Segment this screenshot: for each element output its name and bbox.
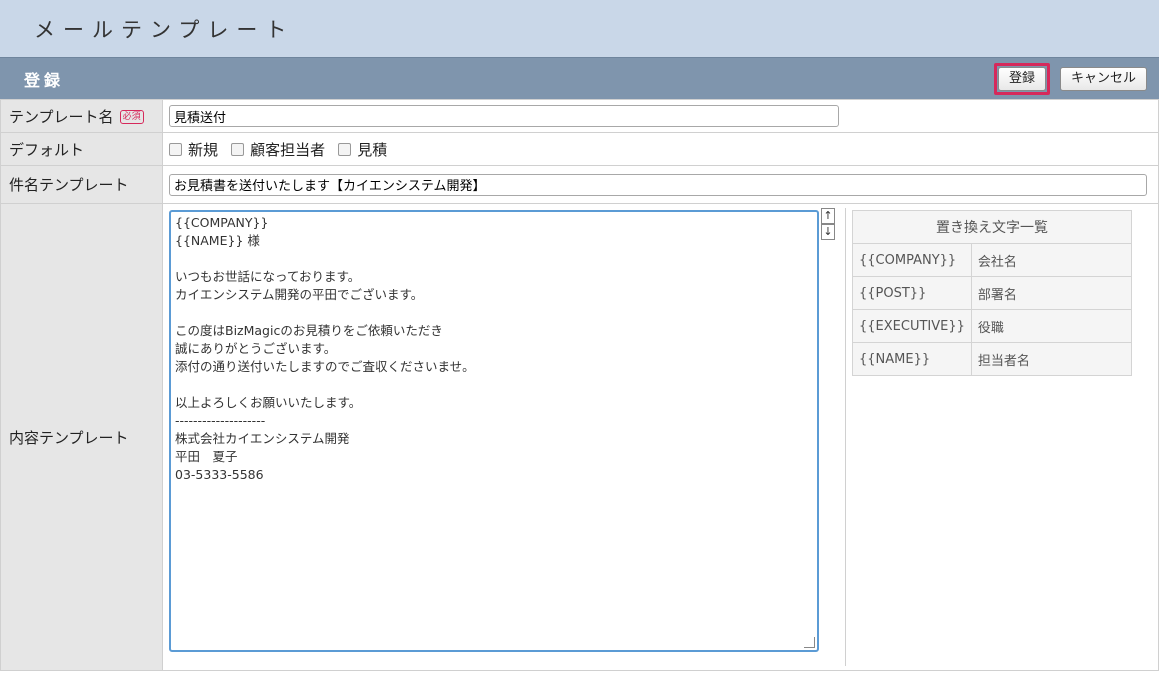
default-customer-contact-checkbox[interactable]: 顧客担当者 <box>231 139 325 160</box>
replacement-desc: 役職 <box>970 309 1133 343</box>
table-row: {{POST}} 部署名 <box>852 276 1133 310</box>
register-button-highlight: 登録 <box>993 62 1050 95</box>
checkbox-box[interactable] <box>231 142 245 156</box>
template-name-input[interactable] <box>169 105 839 127</box>
replacement-desc: 会社名 <box>970 243 1133 277</box>
arrow-up-icon[interactable]: ↑ <box>821 208 835 224</box>
default-new-checkbox[interactable]: 新規 <box>169 139 218 160</box>
table-row: {{NAME}} 担当者名 <box>852 342 1133 376</box>
subject-input[interactable] <box>169 173 1147 196</box>
cancel-button[interactable]: キャンセル <box>1059 66 1147 91</box>
table-row: {{EXECUTIVE}} 役職 <box>852 309 1133 343</box>
template-name-cell <box>162 99 1159 133</box>
replacement-desc: 担当者名 <box>970 342 1133 376</box>
body-cell: {{COMPANY}} {{NAME}} 様 いつもお世話になっております。 カ… <box>162 203 1159 671</box>
subject-label: 件名テンプレート <box>9 176 129 194</box>
checkbox-box[interactable] <box>169 142 182 156</box>
template-form: テンプレート名必須 デフォルト 新規 顧客担当者 見積 件名テンプレート 内容テ… <box>0 99 1159 671</box>
subject-cell <box>162 165 1159 204</box>
default-label-cell: デフォルト <box>0 132 163 166</box>
subject-label-cell: 件名テンプレート <box>0 165 163 204</box>
checkbox-label: 顧客担当者 <box>250 140 326 159</box>
replacement-desc: 部署名 <box>970 276 1133 310</box>
body-label: 内容テンプレート <box>9 428 129 447</box>
default-label: デフォルト <box>9 140 85 159</box>
default-options-cell: 新規 顧客担当者 見積 <box>162 132 1159 166</box>
required-badge: 必須 <box>119 110 144 124</box>
body-label-cell: 内容テンプレート <box>0 203 163 671</box>
default-estimate-checkbox[interactable]: 見積 <box>338 139 387 160</box>
checkbox-label: 見積 <box>357 140 388 159</box>
template-name-label-cell: テンプレート名 必須 <box>0 99 163 133</box>
resize-grip-icon[interactable] <box>804 637 815 648</box>
replacement-sidebar: 置き換え文字一覧 {{COMPANY}} 会社名 {{POST}} 部署名 {{… <box>845 208 1133 666</box>
replacement-key: {{NAME}} <box>852 342 972 376</box>
toolbar: 登録 キャンセル <box>993 62 1147 95</box>
body-content-area: {{COMPANY}} {{NAME}} 様 いつもお世話になっております。 カ… <box>169 208 1152 666</box>
replacement-table: 置き換え文字一覧 {{COMPANY}} 会社名 {{POST}} 部署名 {{… <box>852 210 1133 376</box>
replacement-key: {{POST}} <box>852 276 972 310</box>
section-title: 登録 <box>24 70 65 90</box>
replacement-key: {{COMPANY}} <box>852 243 972 277</box>
checkbox-box[interactable] <box>338 142 352 156</box>
replacement-table-title: 置き換え文字一覧 <box>852 210 1132 244</box>
checkbox-label: 新規 <box>188 140 219 159</box>
register-button[interactable]: 登録 <box>997 66 1046 91</box>
template-name-label: テンプレート名 <box>9 107 114 126</box>
page-title: メールテンプレート <box>34 17 295 42</box>
scroll-buttons: ↑ ↓ <box>821 208 835 666</box>
table-row: {{COMPANY}} 会社名 <box>852 243 1133 277</box>
body-textarea[interactable]: {{COMPANY}} {{NAME}} 様 いつもお世話になっております。 カ… <box>169 210 819 652</box>
arrow-down-icon[interactable]: ↓ <box>821 224 835 240</box>
body-textarea-text[interactable]: {{COMPANY}} {{NAME}} 様 いつもお世話になっております。 カ… <box>171 212 817 486</box>
page-header: メールテンプレート <box>0 0 1159 57</box>
section-bar: 登録 登録 キャンセル <box>0 57 1159 99</box>
replacement-key: {{EXECUTIVE}} <box>852 309 972 343</box>
